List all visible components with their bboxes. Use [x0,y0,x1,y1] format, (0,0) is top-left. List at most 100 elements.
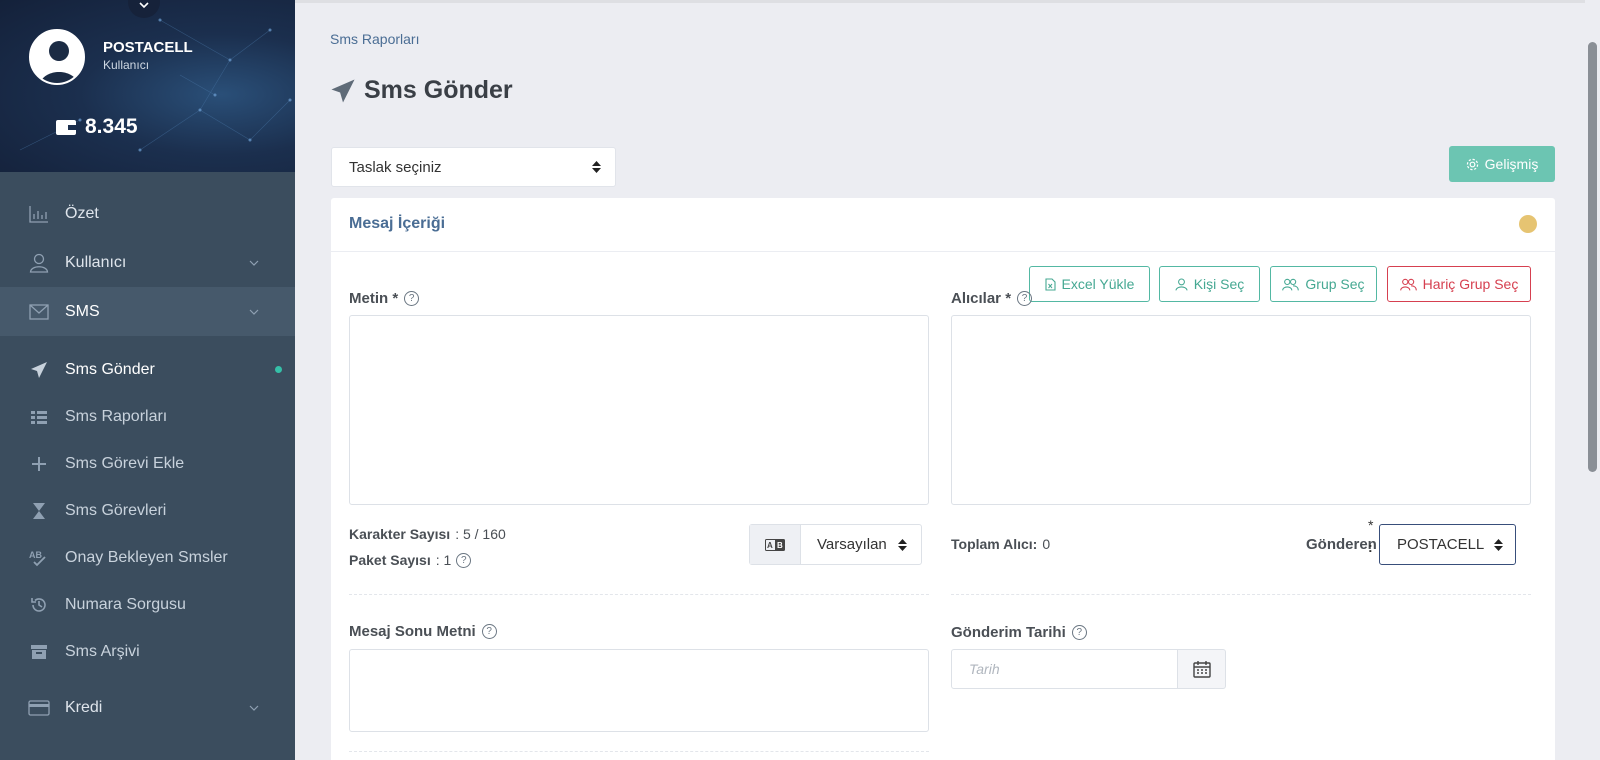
select-group-label: Grup Seç [1305,276,1365,292]
sidebar-item-label: SMS [65,302,100,320]
recipients-label-text: Alıcılar * [951,290,1012,307]
text-label: Metin * ? [349,290,420,307]
sidebar-item-label: Sms Görevleri [65,501,167,519]
page-title-text: Sms Gönder [364,76,513,104]
sidebar-item-sms-raporlari[interactable]: Sms Raporları [0,393,295,440]
excel-file-icon [1044,277,1056,291]
translate-icon: AB [750,525,801,564]
plus-icon [28,453,50,475]
recipients-text-area[interactable] [951,315,1531,505]
user-icon [28,252,50,274]
sidebar: POSTACELL Kullanıcı 8.345 Özet Kullanıcı [0,0,295,760]
footer-text-label-text: Mesaj Sonu Metni [349,623,476,640]
package-count: Paket Sayısı : 1 ? [349,552,472,568]
divider [951,594,1531,595]
exclude-group-button[interactable]: Hariç Grup Seç [1387,266,1531,302]
sidebar-item-label: Özet [65,204,99,222]
active-indicator [275,366,282,373]
avatar[interactable] [29,29,85,85]
exclude-group-label: Hariç Grup Seç [1422,276,1519,292]
sidebar-item-sms-gonder[interactable]: Sms Gönder [0,346,295,393]
chart-icon [28,203,50,225]
svg-text:B: B [777,541,783,550]
excel-upload-button[interactable]: Excel Yükle [1029,266,1150,302]
help-icon[interactable]: ? [1017,291,1033,306]
mail-icon [28,301,50,323]
scrollbar[interactable] [1585,0,1600,760]
sidebar-item-label: Onay Bekleyen Smsler [65,548,228,566]
network-background [19,18,292,152]
svg-text:AB: AB [29,550,42,560]
draft-select[interactable]: Taslak seçiniz [331,147,616,187]
sender-label: Gönderen [1306,536,1377,553]
user-icon [1175,277,1188,291]
excel-upload-label: Excel Yükle [1061,276,1135,292]
sidebar-item-kredi[interactable]: Kredi [0,683,295,732]
help-icon[interactable]: ? [481,624,497,639]
sidebar-item-ozet[interactable]: Özet [0,189,295,238]
sort-arrows-icon [1494,538,1503,556]
spellcheck-icon: AB [28,547,50,569]
sidebar-item-label: Kullanıcı [65,253,127,271]
balance: 8.345 [55,115,138,139]
help-icon[interactable]: ? [404,291,420,306]
select-person-button[interactable]: Kişi Seç [1159,266,1260,302]
send-date-label: Gönderim Tarihi ? [951,624,1087,641]
recipients-label: Alıcılar * ? [951,290,1033,307]
language-select-value: Varsayılan [817,536,887,553]
language-select[interactable]: Varsayılan [801,525,921,564]
package-count-value: : 1 [435,552,452,568]
chevron-down-icon [249,255,259,273]
sidebar-header: POSTACELL Kullanıcı 8.345 [0,0,295,172]
sender-label-text: Gönderen [1306,536,1377,553]
message-text-area[interactable] [349,315,929,505]
advanced-button[interactable]: Gelişmiş [1449,146,1555,182]
sidebar-item-sms-arsivi[interactable]: Sms Arşivi [0,628,295,675]
chevron-down-icon [249,700,259,718]
archive-icon [28,641,50,663]
sidebar-item-label: Sms Arşivi [65,642,140,660]
sidebar-item-sms[interactable]: SMS [0,287,295,336]
history-icon [28,594,50,616]
chevron-down-icon [139,2,149,9]
sidebar-item-kullanici[interactable]: Kullanıcı [0,238,295,287]
sidebar-item-label: Sms Görevi Ekle [65,454,185,472]
sidebar-item-sms-gorevleri[interactable]: Sms Görevleri [0,487,295,534]
card-title: Mesaj İçeriği [349,215,446,232]
sender-select-value: POSTACELL [1397,536,1485,553]
sender-select[interactable]: POSTACELL [1379,524,1516,565]
card-header: Mesaj İçeriği [331,198,1555,252]
main-content: Sms Raporları Sms Gönder Taslak seçiniz … [295,0,1585,760]
sidebar-item-label: Numara Sorgusu [65,595,186,613]
sidebar-item-label: Kredi [65,698,103,716]
total-recipients: Toplam Alıcı: 0 [951,536,1050,552]
sidebar-item-sms-gorevi-ekle[interactable]: Sms Görevi Ekle [0,440,295,487]
char-count-value: : 5 / 160 [455,526,506,542]
language-group: AB Varsayılan [749,524,922,565]
help-icon[interactable]: ? [1071,625,1087,640]
select-group-button[interactable]: Grup Seç [1270,266,1377,302]
advanced-button-label: Gelişmiş [1484,156,1539,172]
date-input[interactable]: Tarih [951,649,1178,689]
scrollbar-thumb[interactable] [1588,42,1597,472]
sms-submenu: Sms Gönder Sms Raporları Sms Görevi Ekle [0,336,295,675]
total-recipients-label: Toplam Alıcı: [951,536,1038,552]
send-date-label-text: Gönderim Tarihi [951,624,1066,641]
users-icon [1399,278,1417,290]
message-card: Mesaj İçeriği Excel Yükle Kişi Seç Grup … [331,198,1555,760]
sidebar-item-onay-bekleyen[interactable]: AB Onay Bekleyen Smsler [0,534,295,581]
sidebar-item-numara-sorgusu[interactable]: Numara Sorgusu [0,581,295,628]
calendar-button[interactable] [1178,649,1226,689]
calendar-icon [1192,661,1211,678]
select-person-label: Kişi Seç [1193,276,1245,292]
help-icon[interactable]: ? [456,552,472,568]
status-indicator [1519,215,1537,233]
balance-value: 8.345 [85,115,138,138]
char-count-label: Karakter Sayısı [349,526,451,542]
breadcrumb[interactable]: Sms Raporları [330,31,419,47]
hourglass-icon [28,500,50,522]
date-input-placeholder: Tarih [969,661,1000,677]
sender-colon: : [1368,539,1373,555]
footer-text-area[interactable] [349,649,929,732]
svg-text:A: A [767,541,773,550]
